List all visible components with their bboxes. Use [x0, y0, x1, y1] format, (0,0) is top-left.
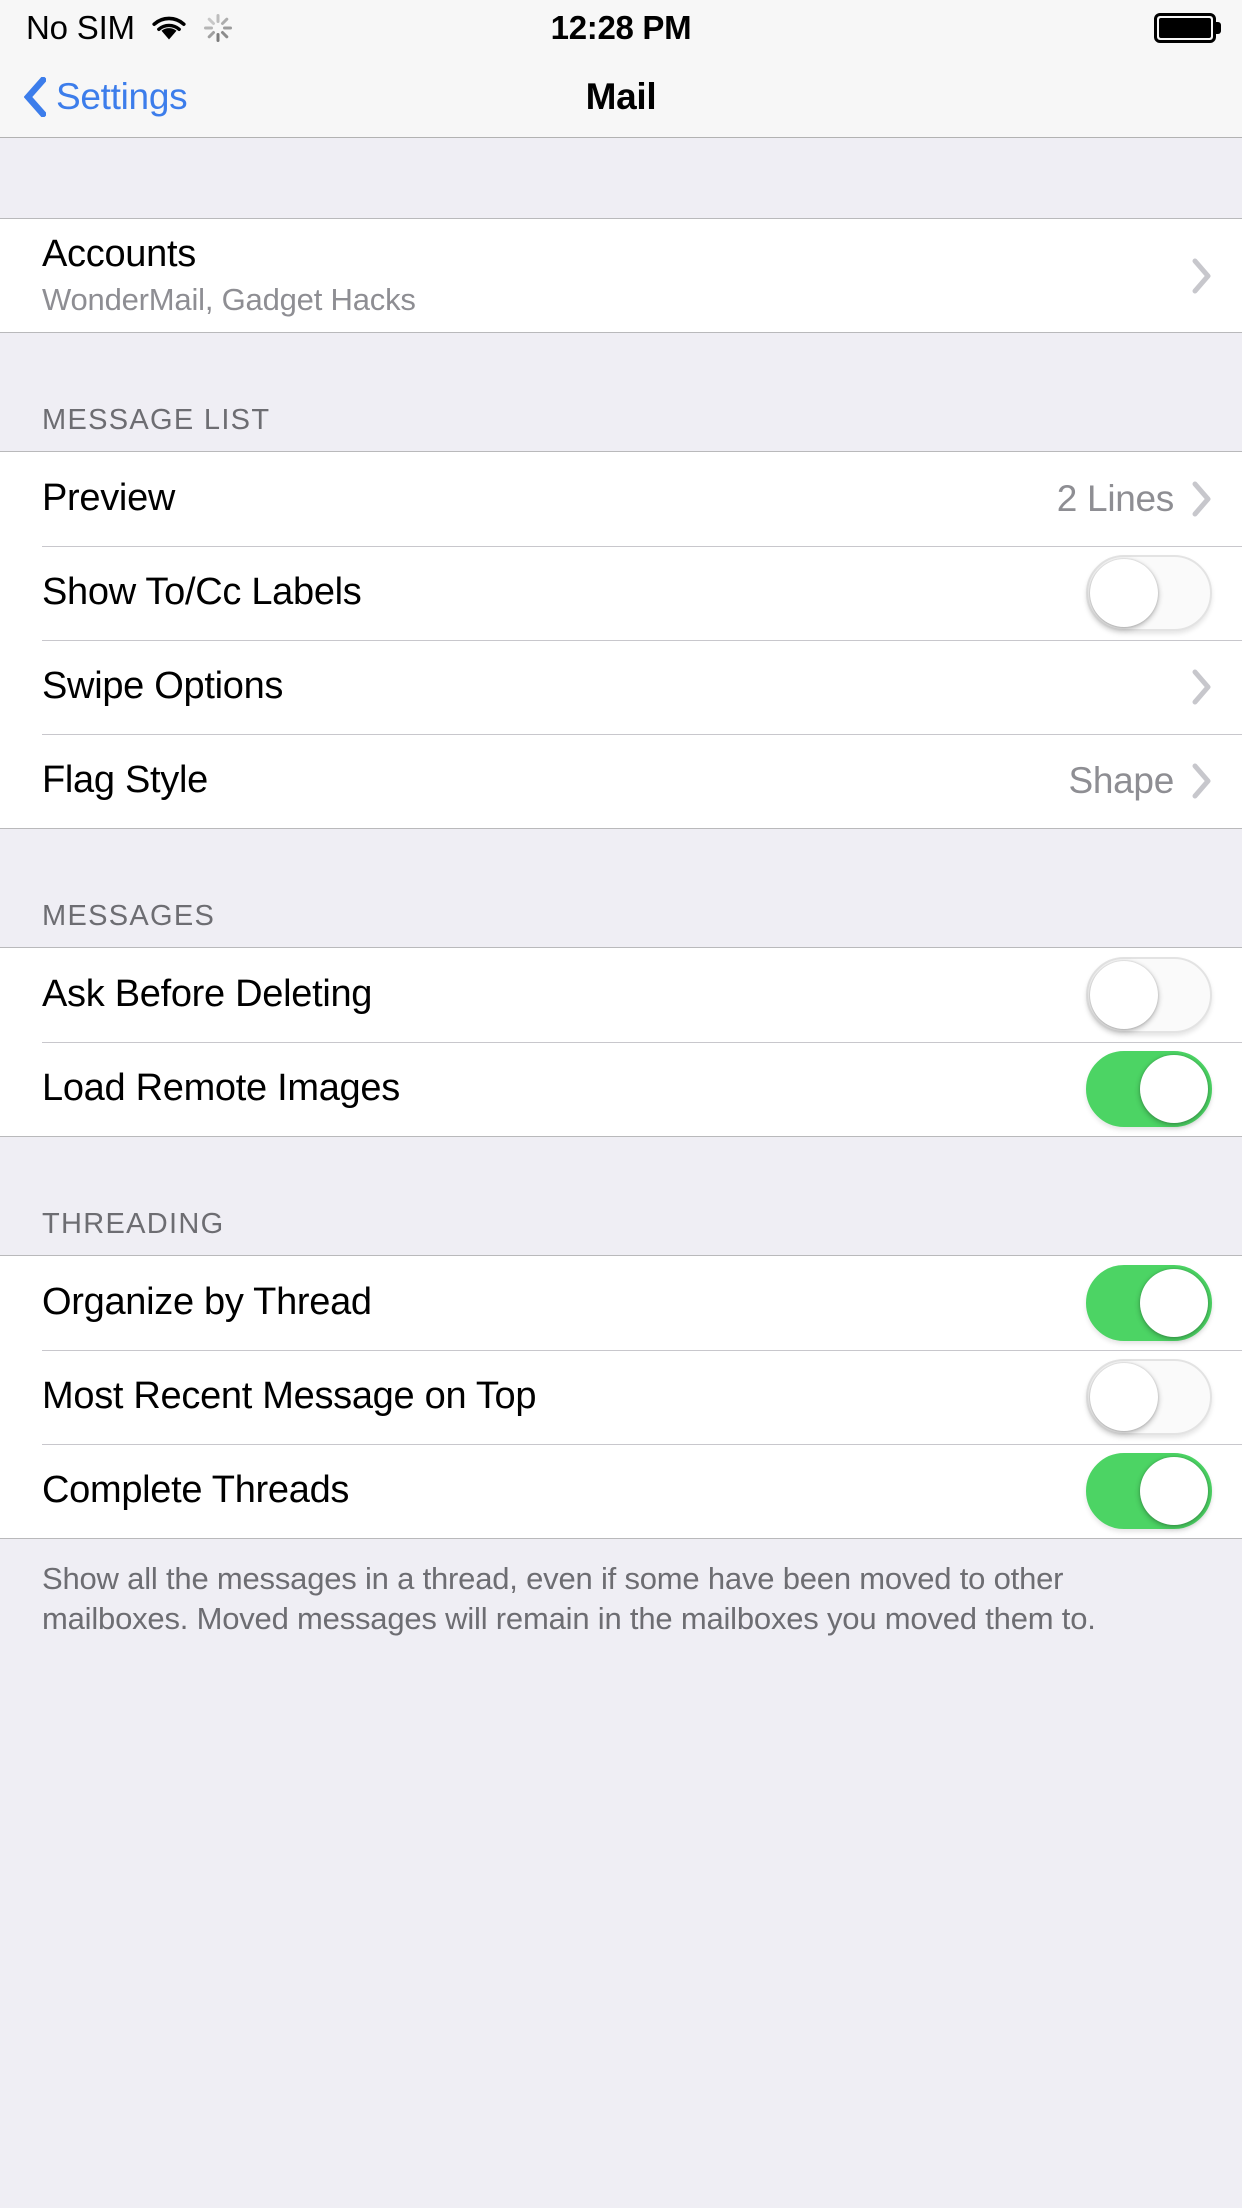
row-organize-by-thread-label: Organize by Thread — [42, 1281, 372, 1324]
row-most-recent-message-on-top-accessory — [1086, 1359, 1212, 1435]
row-show-to-cc-labels-accessory — [1086, 555, 1212, 631]
row-preview[interactable]: Preview 2 Lines — [0, 452, 1242, 546]
row-show-to-cc-labels[interactable]: Show To/Cc Labels — [0, 546, 1242, 640]
row-accounts-label: Accounts — [42, 233, 196, 276]
toggle-knob — [1090, 961, 1158, 1029]
row-complete-threads-texts: Complete Threads — [42, 1469, 350, 1512]
row-complete-threads-label: Complete Threads — [42, 1469, 350, 1512]
settings-group-threading: Organize by Thread Most Recent Message on… — [0, 1255, 1242, 1539]
row-preview-label: Preview — [42, 477, 176, 520]
section-header-threading: THREADING — [0, 1137, 1242, 1255]
row-show-to-cc-labels-texts: Show To/Cc Labels — [42, 571, 362, 614]
row-swipe-options-label: Swipe Options — [42, 665, 284, 708]
status-bar: No SIM 12:28 PM — [0, 0, 1242, 56]
list-top-spacer — [0, 138, 1242, 218]
row-organize-by-thread[interactable]: Organize by Thread — [0, 1256, 1242, 1350]
row-ask-before-deleting-label: Ask Before Deleting — [42, 973, 373, 1016]
settings-group-messages: Ask Before Deleting Load Remote Images — [0, 947, 1242, 1137]
row-preview-accessory: 2 Lines — [1057, 478, 1212, 520]
toggle-knob — [1090, 1363, 1158, 1431]
row-accounts-texts: Accounts WonderMail, Gadget Hacks — [42, 233, 416, 317]
row-swipe-options-texts: Swipe Options — [42, 665, 284, 708]
section-footer-threading: Show all the messages in a thread, even … — [0, 1539, 1242, 1640]
row-most-recent-message-on-top-texts: Most Recent Message on Top — [42, 1375, 537, 1418]
row-swipe-options-accessory — [1192, 669, 1212, 705]
row-organize-by-thread-texts: Organize by Thread — [42, 1281, 372, 1324]
battery-full-icon — [1154, 13, 1221, 43]
section-header-messages: MESSAGES — [0, 829, 1242, 947]
row-flag-style-accessory: Shape — [1069, 760, 1213, 802]
toggle-knob — [1140, 1269, 1208, 1337]
toggle-ask-before-deleting[interactable] — [1086, 957, 1212, 1033]
row-swipe-options[interactable]: Swipe Options — [0, 640, 1242, 734]
row-preview-texts: Preview — [42, 477, 176, 520]
row-flag-style-label: Flag Style — [42, 759, 208, 802]
row-load-remote-images-label: Load Remote Images — [42, 1067, 400, 1110]
row-load-remote-images-texts: Load Remote Images — [42, 1067, 400, 1110]
toggle-load-remote-images[interactable] — [1086, 1051, 1212, 1127]
navigation-bar: Settings Mail — [0, 56, 1242, 138]
toggle-knob — [1090, 559, 1158, 627]
row-most-recent-message-on-top[interactable]: Most Recent Message on Top — [0, 1350, 1242, 1444]
status-bar-right — [1154, 13, 1221, 43]
section-header-message-list: MESSAGE LIST — [0, 333, 1242, 451]
settings-group-message-list: Preview 2 Lines Show To/Cc Labels Swipe Opt… — [0, 451, 1242, 829]
row-accounts-subtitle: WonderMail, Gadget Hacks — [42, 281, 416, 317]
back-button-label: Settings — [56, 75, 188, 117]
status-time: 12:28 PM — [550, 9, 692, 46]
row-load-remote-images[interactable]: Load Remote Images — [0, 1042, 1242, 1136]
chevron-right-icon — [1192, 763, 1212, 799]
row-ask-before-deleting-texts: Ask Before Deleting — [42, 973, 373, 1016]
row-ask-before-deleting-accessory — [1086, 957, 1212, 1033]
chevron-right-icon — [1192, 669, 1212, 705]
row-flag-style[interactable]: Flag Style Shape — [0, 734, 1242, 828]
row-ask-before-deleting[interactable]: Ask Before Deleting — [0, 948, 1242, 1042]
row-accounts-accessory — [1192, 258, 1212, 294]
row-organize-by-thread-accessory — [1086, 1265, 1212, 1341]
row-accounts[interactable]: Accounts WonderMail, Gadget Hacks — [0, 219, 1242, 332]
toggle-most-recent-message-on-top[interactable] — [1086, 1359, 1212, 1435]
settings-group-accounts: Accounts WonderMail, Gadget Hacks — [0, 218, 1242, 333]
row-complete-threads[interactable]: Complete Threads — [0, 1444, 1242, 1538]
row-flag-style-value: Shape — [1068, 760, 1175, 801]
back-button[interactable]: Settings — [0, 74, 188, 119]
chevron-left-icon — [23, 74, 48, 119]
toggle-complete-threads[interactable] — [1086, 1453, 1212, 1529]
settings-list[interactable]: Accounts WonderMail, Gadget Hacks MESSAGE … — [0, 138, 1242, 2208]
battery-cap — [1216, 22, 1221, 34]
chevron-right-icon — [1192, 481, 1212, 517]
row-complete-threads-accessory — [1086, 1453, 1212, 1529]
row-show-to-cc-labels-label: Show To/Cc Labels — [42, 571, 362, 614]
row-flag-style-texts: Flag Style — [42, 759, 208, 802]
row-load-remote-images-accessory — [1086, 1051, 1212, 1127]
toggle-knob — [1140, 1055, 1208, 1123]
toggle-knob — [1140, 1457, 1208, 1525]
toggle-organize-by-thread[interactable] — [1086, 1265, 1212, 1341]
chevron-right-icon — [1192, 258, 1212, 294]
toggle-show-to-cc-labels[interactable] — [1086, 555, 1212, 631]
row-most-recent-message-on-top-label: Most Recent Message on Top — [42, 1375, 537, 1418]
battery-fill — [1159, 18, 1211, 38]
row-preview-value: 2 Lines — [1056, 478, 1175, 519]
